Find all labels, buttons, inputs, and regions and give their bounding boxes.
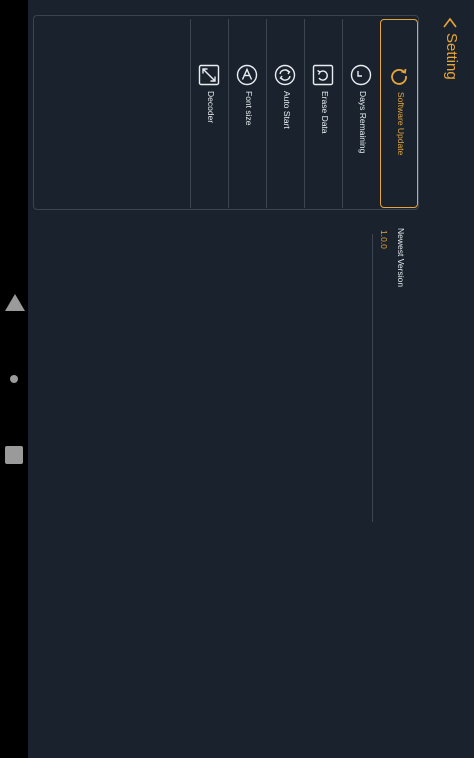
tab-label: Decoder	[206, 91, 216, 124]
clock-icon	[350, 64, 372, 86]
tab-label: Auto Start	[282, 91, 292, 129]
tab-font-size[interactable]: Font size	[228, 19, 266, 208]
resize-icon	[198, 64, 220, 86]
nav-home-icon[interactable]	[10, 375, 18, 383]
page-title: Setting	[443, 33, 460, 80]
tab-label: Days Remaining	[358, 91, 368, 154]
software-update-detail: Newest Version 1.0.0	[370, 228, 410, 523]
sync-icon	[274, 64, 296, 86]
font-icon	[236, 64, 258, 86]
nav-back-icon[interactable]	[5, 294, 25, 311]
newest-version-label: Newest Version	[396, 228, 406, 288]
tab-label: Erase Data	[320, 91, 330, 134]
tab-decoder[interactable]: Decoder	[190, 19, 228, 208]
tab-label: Font size	[244, 91, 254, 126]
nav-recent-apps-icon[interactable]	[5, 446, 23, 464]
tab-label: Software Update	[396, 92, 406, 156]
tab-software-update[interactable]: Software Update	[380, 19, 418, 208]
newest-version-value: 1.0.0	[379, 230, 389, 249]
erase-icon	[312, 64, 334, 86]
tab-erase-data[interactable]: Erase Data	[304, 19, 342, 208]
tab-auto-start[interactable]: Auto Start	[266, 19, 304, 208]
settings-tab-panel: Software Update Days Remaining Erase Dat…	[33, 15, 419, 210]
divider	[372, 234, 373, 522]
system-nav-bar	[0, 0, 28, 758]
tab-days-remaining[interactable]: Days Remaining	[342, 19, 380, 208]
header: Setting	[438, 15, 462, 85]
refresh-icon	[391, 68, 407, 85]
back-chevron-icon[interactable]	[442, 15, 458, 31]
